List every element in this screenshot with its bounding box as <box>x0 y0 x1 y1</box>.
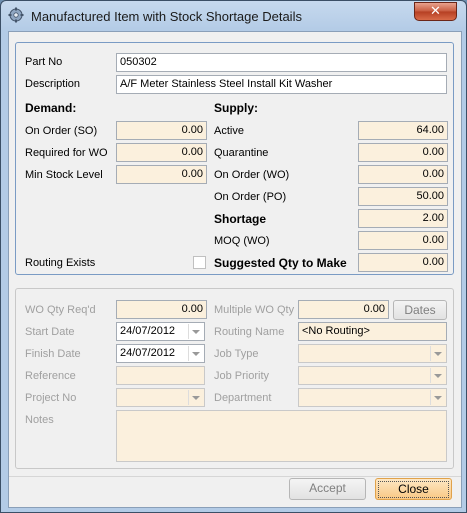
window-close-button[interactable]: ✕ <box>414 2 457 21</box>
title-bar[interactable]: Manufactured Item with Stock Shortage De… <box>1 1 466 31</box>
chevron-down-icon[interactable] <box>430 390 445 405</box>
project-no-select[interactable] <box>116 388 205 407</box>
routing-name-field[interactable]: <No Routing> <box>298 322 447 341</box>
description-field[interactable]: A/F Meter Stainless Steel Install Kit Wa… <box>116 75 447 94</box>
finish-date-picker[interactable]: 24/07/2012 <box>116 344 205 363</box>
quarantine-field[interactable]: 0.00 <box>358 143 448 162</box>
job-type-select[interactable] <box>298 344 447 363</box>
finish-date-label: Finish Date <box>25 348 81 360</box>
accept-button[interactable]: Accept <box>289 478 366 500</box>
routing-exists-checkbox[interactable] <box>193 256 206 269</box>
button-separator <box>9 476 461 477</box>
on-order-so-label: On Order (SO) <box>25 125 98 137</box>
department-label: Department <box>214 392 272 404</box>
window-title: Manufactured Item with Stock Shortage De… <box>31 9 302 24</box>
notes-textarea[interactable] <box>116 410 447 462</box>
part-no-label: Part No <box>25 56 63 68</box>
job-priority-select[interactable] <box>298 366 447 385</box>
close-button[interactable]: Close <box>375 478 452 500</box>
chevron-down-icon[interactable] <box>430 346 445 361</box>
moq-field[interactable]: 0.00 <box>358 231 448 250</box>
description-label: Description <box>25 78 81 90</box>
on-order-po-label: On Order (PO) <box>214 191 287 203</box>
demand-heading: Demand: <box>25 101 77 115</box>
chevron-down-icon[interactable] <box>188 390 203 405</box>
chevron-down-icon[interactable] <box>188 324 203 339</box>
multiple-wo-label: Multiple WO Qty <box>214 304 295 316</box>
start-date-value: 24/07/2012 <box>120 325 176 337</box>
min-stock-field[interactable]: 0.00 <box>116 165 207 184</box>
dialog-window: Manufactured Item with Stock Shortage De… <box>0 0 467 513</box>
chevron-down-icon[interactable] <box>430 368 445 383</box>
active-field[interactable]: 64.00 <box>358 121 448 140</box>
multiple-wo-field[interactable]: 0.00 <box>298 300 389 319</box>
shortage-field[interactable]: 2.00 <box>358 209 448 228</box>
suggested-qty-label: Suggested Qty to Make <box>214 256 347 270</box>
required-for-wo-field[interactable]: 0.00 <box>116 143 207 162</box>
start-date-label: Start Date <box>25 326 75 338</box>
notes-label: Notes <box>25 414 54 426</box>
quarantine-label: Quarantine <box>214 147 269 159</box>
project-no-label: Project No <box>25 392 77 404</box>
routing-name-label: Routing Name <box>214 326 285 338</box>
active-label: Active <box>214 125 244 137</box>
on-order-wo-field[interactable]: 0.00 <box>358 165 448 184</box>
required-for-wo-label: Required for WO <box>25 147 108 159</box>
routing-exists-label: Routing Exists <box>25 257 96 269</box>
start-date-picker[interactable]: 24/07/2012 <box>116 322 205 341</box>
wo-qty-field[interactable]: 0.00 <box>116 300 207 319</box>
close-button-label: Close <box>378 481 449 498</box>
department-select[interactable] <box>298 388 447 407</box>
on-order-wo-label: On Order (WO) <box>214 169 290 181</box>
min-stock-label: Min Stock Level <box>25 169 103 181</box>
close-icon: ✕ <box>430 4 441 19</box>
finish-date-value: 24/07/2012 <box>120 347 176 359</box>
app-icon <box>8 7 24 23</box>
job-priority-label: Job Priority <box>214 370 270 382</box>
supply-heading: Supply: <box>214 101 258 115</box>
reference-field[interactable] <box>116 366 205 385</box>
chevron-down-icon[interactable] <box>188 346 203 361</box>
moq-label: MOQ (WO) <box>214 235 270 247</box>
reference-label: Reference <box>25 370 76 382</box>
job-type-label: Job Type <box>214 348 259 360</box>
suggested-qty-field[interactable]: 0.00 <box>358 253 448 272</box>
part-no-field[interactable]: 050302 <box>116 53 447 72</box>
on-order-po-field[interactable]: 50.00 <box>358 187 448 206</box>
shortage-label: Shortage <box>214 212 267 226</box>
dates-button[interactable]: Dates <box>393 300 447 320</box>
wo-qty-label: WO Qty Req'd <box>25 304 96 316</box>
client-area: Part No 050302 Description A/F Meter Sta… <box>8 31 462 508</box>
on-order-so-field[interactable]: 0.00 <box>116 121 207 140</box>
